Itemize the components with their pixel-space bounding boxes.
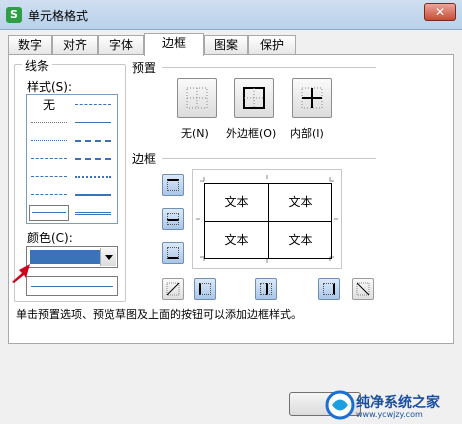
border-top-icon <box>167 179 179 191</box>
diagonal-up-icon <box>166 282 180 296</box>
close-icon: ✕ <box>434 5 446 19</box>
tab-alignment[interactable]: 对齐 <box>52 35 98 55</box>
border-vertical-icon <box>260 283 272 295</box>
line-style-option[interactable] <box>73 133 113 149</box>
line-style-list[interactable]: 无 <box>26 94 118 224</box>
border-right-icon <box>323 283 335 295</box>
watermark-text: 纯净系统之家 <box>356 395 440 411</box>
color-swatch <box>30 250 100 264</box>
border-left-button[interactable] <box>194 278 216 300</box>
preset-outline-button[interactable] <box>234 78 274 118</box>
border-outline-icon <box>243 87 265 109</box>
preset-none-label: 无(N) <box>181 127 209 140</box>
preview-cell-text: 文本 <box>224 195 249 209</box>
tab-number[interactable]: 数字 <box>8 35 52 55</box>
border-top-button[interactable] <box>162 174 184 196</box>
title-bar: S 单元格格式 ✕ <box>0 0 462 30</box>
preset-title: 预置 <box>132 61 157 75</box>
border-none-icon <box>186 87 208 109</box>
line-style-none[interactable]: 无 <box>29 97 69 113</box>
chevron-down-icon[interactable] <box>100 248 116 266</box>
preview-table[interactable]: 文本 文本 文本 文本 <box>204 183 332 259</box>
border-middle-vertical-button[interactable] <box>255 278 277 300</box>
tab-protection[interactable]: 保护 <box>248 35 296 55</box>
border-left-icon <box>199 283 211 295</box>
line-style-option[interactable] <box>73 115 113 131</box>
color-dropdown[interactable] <box>26 246 118 268</box>
line-style-option[interactable] <box>73 97 113 113</box>
line-style-option[interactable] <box>29 151 69 167</box>
style-label: 样式(S): <box>24 78 76 95</box>
line-style-option[interactable] <box>29 115 69 131</box>
preview-cell-text: 文本 <box>224 233 249 247</box>
line-style-option[interactable] <box>29 187 69 203</box>
preset-inside-button[interactable] <box>292 78 332 118</box>
tab-border[interactable]: 边框 <box>144 33 204 56</box>
app-icon: S <box>6 7 22 23</box>
border-bottom-button[interactable] <box>162 242 184 264</box>
line-group-title: 线条 <box>22 57 53 74</box>
border-diagonal-down-button[interactable] <box>352 278 374 300</box>
line-style-option[interactable] <box>73 187 113 203</box>
preset-inside-label: 内部(I) <box>290 127 324 140</box>
border-diagonal-up-button[interactable] <box>162 278 184 300</box>
border-inside-icon <box>301 87 323 109</box>
preset-none-button[interactable] <box>177 78 217 118</box>
line-style-option[interactable] <box>29 133 69 149</box>
border-middle-horizontal-button[interactable] <box>162 208 184 230</box>
preset-divider <box>162 67 376 68</box>
hint-text: 单击预置选项、预览草图及上面的按钮可以添加边框样式。 <box>16 308 302 321</box>
line-style-option-selected[interactable] <box>29 205 69 221</box>
window-title: 单元格格式 <box>28 9 89 23</box>
line-style-option[interactable] <box>29 169 69 185</box>
watermark-url: www.ycwjzy.com <box>356 410 423 419</box>
line-preview <box>26 276 118 296</box>
line-style-option[interactable] <box>73 169 113 185</box>
border-title: 边框 <box>132 152 157 166</box>
diagonal-down-icon <box>356 282 370 296</box>
border-right-button[interactable] <box>318 278 340 300</box>
color-label: 颜色(C): <box>24 229 76 246</box>
tab-font[interactable]: 字体 <box>98 35 144 55</box>
preview-cell-text: 文本 <box>288 195 313 209</box>
border-bottom-icon <box>167 247 179 259</box>
border-horizontal-icon <box>167 213 179 225</box>
border-divider <box>162 158 376 159</box>
tab-pattern[interactable]: 图案 <box>204 35 248 55</box>
preset-outline-label: 外边框(O) <box>226 127 277 140</box>
preview-cell-text: 文本 <box>288 233 313 247</box>
line-style-option[interactable] <box>73 205 113 221</box>
red-arrow-icon <box>12 264 30 283</box>
line-style-option[interactable] <box>73 151 113 167</box>
close-button[interactable]: ✕ <box>424 3 456 21</box>
